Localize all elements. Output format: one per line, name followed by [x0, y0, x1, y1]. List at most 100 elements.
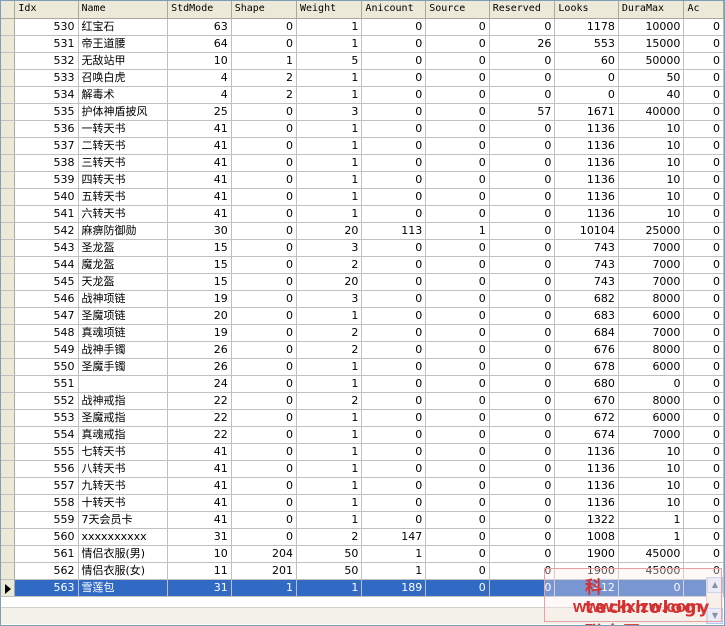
cell-duramax[interactable]: 7000 [618, 256, 685, 274]
cell-looks[interactable]: 1136 [554, 205, 619, 223]
cell-weight[interactable]: 1 [296, 358, 363, 376]
row-selector[interactable] [1, 290, 16, 308]
cell-anicount[interactable]: 0 [361, 426, 427, 444]
cell-weight[interactable]: 1 [296, 477, 363, 495]
cell-source[interactable]: 0 [425, 579, 490, 597]
cell-anicount[interactable]: 0 [361, 273, 427, 291]
table-row[interactable]: 542 麻痹防御勋 30 0 20 113 1 0 10104 25000 0 [1, 222, 724, 240]
cell-looks[interactable]: 743 [554, 256, 619, 274]
cell-duramax[interactable]: 7000 [618, 273, 685, 291]
cell-weight[interactable]: 1 [296, 154, 363, 172]
table-row[interactable]: 540 五转天书 41 0 1 0 0 0 1136 10 0 [1, 188, 724, 206]
table-row[interactable]: 531 帝王道腰 64 0 1 0 0 26 553 15000 0 [1, 35, 724, 53]
table-row[interactable]: 561 情侣衣服(男) 10 204 50 1 0 0 1900 45000 0 [1, 545, 724, 563]
table-row[interactable]: 534 解毒术 4 2 1 0 0 0 0 40 0 [1, 86, 724, 104]
cell-weight[interactable]: 50 [296, 562, 363, 580]
cell-anicount[interactable]: 0 [361, 171, 427, 189]
cell-idx[interactable]: 537 [14, 137, 79, 155]
cell-stdmode[interactable]: 4 [167, 69, 232, 87]
cell-looks[interactable]: 1136 [554, 188, 619, 206]
cell-name[interactable]: 六转天书 [78, 205, 169, 223]
cell-duramax[interactable]: 10 [618, 205, 685, 223]
row-selector[interactable] [1, 120, 16, 138]
row-selector[interactable] [1, 358, 16, 376]
cell-anicount[interactable]: 1 [361, 545, 427, 563]
row-selector[interactable] [1, 341, 16, 359]
cell-shape[interactable]: 0 [231, 154, 298, 172]
row-selector[interactable] [1, 35, 16, 53]
cell-idx[interactable]: 548 [14, 324, 79, 342]
row-selector[interactable] [1, 239, 16, 257]
cell-looks[interactable]: 553 [554, 35, 619, 53]
cell-anicount[interactable]: 0 [361, 69, 427, 87]
table-row[interactable]: 538 三转天书 41 0 1 0 0 0 1136 10 0 [1, 154, 724, 172]
cell-ac[interactable]: 0 [683, 273, 724, 291]
cell-idx[interactable]: 555 [14, 443, 79, 461]
cell-weight[interactable]: 1 [296, 171, 363, 189]
cell-ac[interactable]: 0 [683, 358, 724, 376]
cell-anicount[interactable]: 0 [361, 477, 427, 495]
cell-anicount[interactable]: 0 [361, 409, 427, 427]
cell-weight[interactable]: 1 [296, 86, 363, 104]
cell-source[interactable]: 0 [425, 545, 490, 563]
cell-duramax[interactable]: 10 [618, 154, 685, 172]
cell-stdmode[interactable]: 11 [167, 562, 232, 580]
cell-reserved[interactable]: 0 [489, 460, 556, 478]
cell-duramax[interactable]: 25000 [618, 222, 685, 240]
cell-looks[interactable]: 684 [554, 324, 619, 342]
cell-source[interactable]: 0 [425, 273, 490, 291]
cell-anicount[interactable]: 0 [361, 375, 427, 393]
cell-idx[interactable]: 553 [14, 409, 79, 427]
table-row[interactable]: 530 红宝石 63 0 1 0 0 0 1178 10000 0 [1, 18, 724, 36]
cell-shape[interactable]: 0 [231, 375, 298, 393]
cell-shape[interactable]: 0 [231, 273, 298, 291]
cell-name[interactable]: 护体神盾披风 [78, 103, 169, 121]
cell-weight[interactable]: 1 [296, 35, 363, 53]
cell-duramax[interactable]: 10 [618, 188, 685, 206]
cell-weight[interactable]: 1 [296, 511, 363, 529]
table-row[interactable]: 536 一转天书 41 0 1 0 0 0 1136 10 0 [1, 120, 724, 138]
cell-name[interactable]: 7天会员卡 [78, 511, 169, 529]
table-row[interactable]: 539 四转天书 41 0 1 0 0 0 1136 10 0 [1, 171, 724, 189]
cell-shape[interactable]: 204 [231, 545, 298, 563]
cell-stdmode[interactable]: 20 [167, 307, 232, 325]
cell-stdmode[interactable]: 64 [167, 35, 232, 53]
cell-source[interactable]: 0 [425, 562, 490, 580]
row-selector[interactable] [1, 18, 16, 36]
cell-looks[interactable]: 683 [554, 307, 619, 325]
row-selector[interactable] [1, 426, 16, 444]
cell-reserved[interactable]: 0 [489, 205, 556, 223]
cell-anicount[interactable]: 0 [361, 494, 427, 512]
cell-ac[interactable]: 0 [683, 477, 724, 495]
cell-name[interactable]: 雪莲包 [78, 579, 169, 597]
cell-idx[interactable]: 532 [14, 52, 79, 70]
cell-name[interactable]: 八转天书 [78, 460, 169, 478]
cell-shape[interactable]: 0 [231, 222, 298, 240]
cell-duramax[interactable]: 10 [618, 120, 685, 138]
cell-ac[interactable]: 0 [683, 545, 724, 563]
cell-weight[interactable]: 5 [296, 52, 363, 70]
cell-ac[interactable]: 0 [683, 307, 724, 325]
cell-reserved[interactable]: 0 [489, 443, 556, 461]
cell-source[interactable]: 0 [425, 358, 490, 376]
table-row[interactable]: 557 九转天书 41 0 1 0 0 0 1136 10 0 [1, 477, 724, 495]
row-selector[interactable] [1, 52, 16, 70]
cell-name[interactable]: 情侣衣服(女) [78, 562, 169, 580]
cell-reserved[interactable]: 0 [489, 18, 556, 36]
cell-weight[interactable]: 2 [296, 324, 363, 342]
cell-looks[interactable]: 680 [554, 375, 619, 393]
cell-weight[interactable]: 1 [296, 69, 363, 87]
cell-stdmode[interactable]: 26 [167, 358, 232, 376]
cell-name[interactable]: 解毒术 [78, 86, 169, 104]
row-selector[interactable] [1, 205, 16, 223]
cell-name[interactable]: 战神手镯 [78, 341, 169, 359]
cell-reserved[interactable]: 0 [489, 307, 556, 325]
table-row[interactable]: 533 召唤白虎 4 2 1 0 0 0 0 50 0 [1, 69, 724, 87]
cell-duramax[interactable]: 7000 [618, 426, 685, 444]
cell-shape[interactable]: 0 [231, 18, 298, 36]
cell-idx[interactable]: 559 [14, 511, 79, 529]
cell-name[interactable]: 真魂戒指 [78, 426, 169, 444]
cell-anicount[interactable]: 0 [361, 18, 427, 36]
cell-ac[interactable]: 0 [683, 86, 724, 104]
cell-reserved[interactable]: 0 [489, 528, 556, 546]
